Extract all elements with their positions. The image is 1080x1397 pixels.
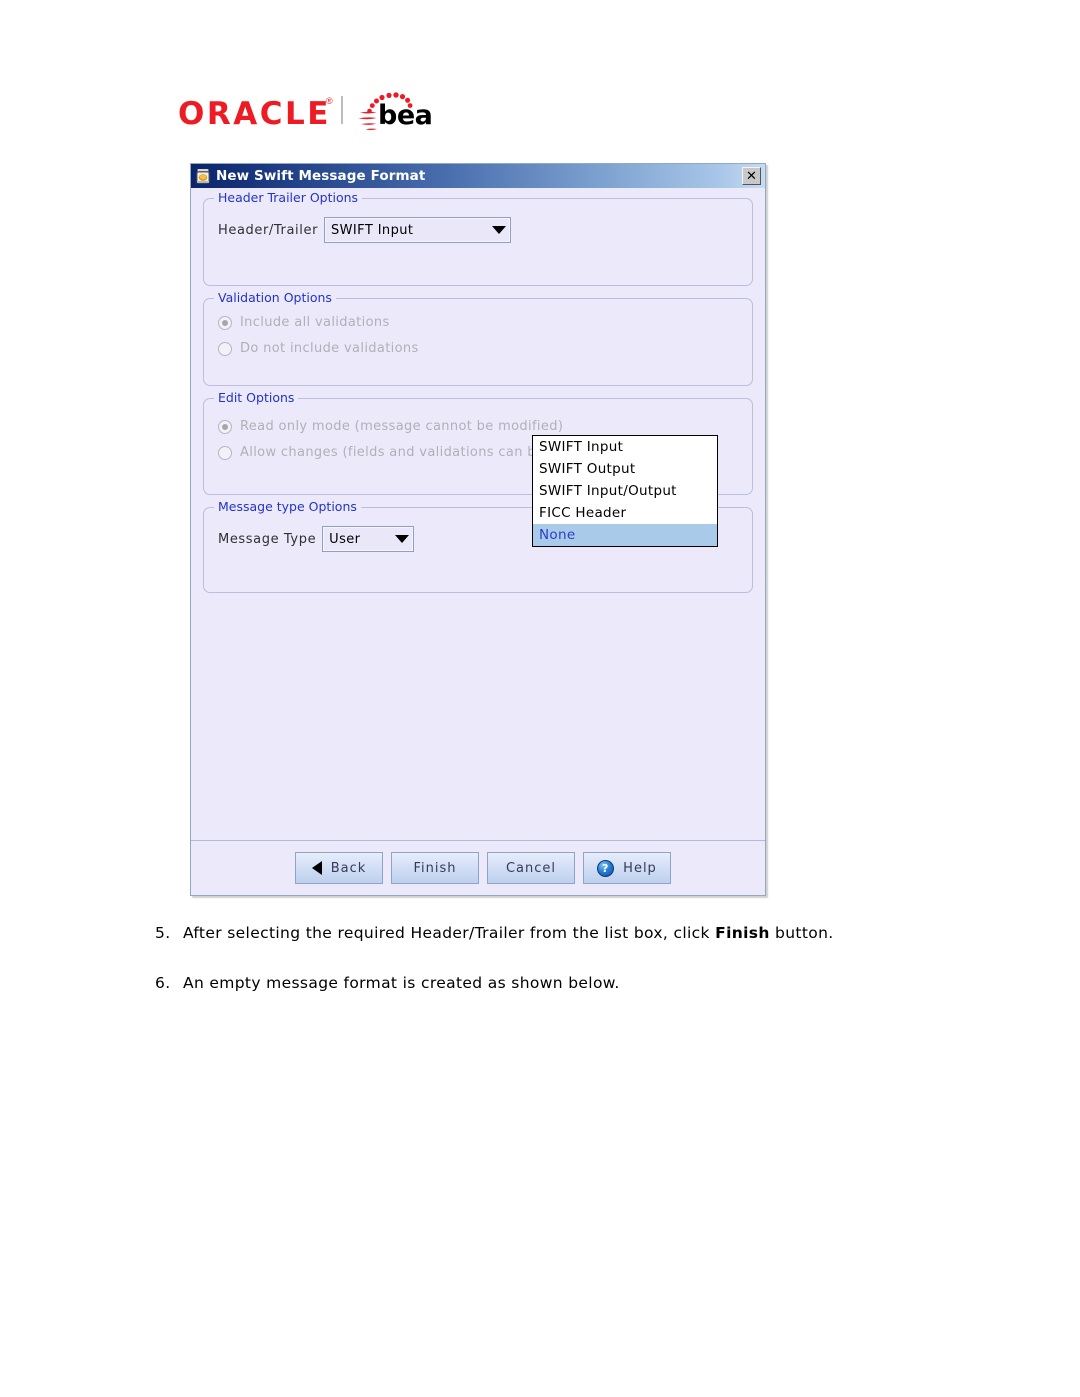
header-trailer-field-row: Header/Trailer SWIFT Input: [218, 217, 738, 243]
message-type-combobox[interactable]: User: [322, 526, 415, 552]
oracle-bea-logo: ORACLE ® bea: [178, 92, 433, 136]
header-trailer-dropdown-list[interactable]: SWIFT Input SWIFT Output SWIFT Input/Out…: [532, 435, 718, 547]
cancel-button[interactable]: Cancel: [487, 852, 575, 884]
step-5-number: 5.: [155, 924, 171, 942]
back-button-label: Back: [330, 860, 367, 876]
cancel-button-label: Cancel: [505, 860, 557, 876]
finish-button-label: Finish: [413, 860, 457, 876]
dropdown-option-swift-input-output[interactable]: SWIFT Input/Output: [533, 480, 717, 502]
new-swift-message-format-dialog: New Swift Message Format ✕ Header Traile…: [190, 163, 766, 896]
dropdown-option-swift-input[interactable]: SWIFT Input: [533, 436, 717, 458]
oracle-wordmark: ORACLE: [178, 96, 331, 132]
help-question-icon: ?: [597, 859, 615, 877]
group-title-message-type: Message type Options: [214, 499, 361, 514]
radio-include-all-validations[interactable]: [218, 315, 232, 330]
step-5-bold: Finish: [715, 924, 770, 942]
help-button[interactable]: ? Help: [583, 852, 671, 884]
chevron-down-icon[interactable]: [391, 535, 413, 543]
radio-allow-changes[interactable]: [218, 445, 232, 460]
dialog-titlebar: New Swift Message Format ✕: [191, 164, 765, 188]
group-title-edit: Edit Options: [214, 390, 299, 405]
arrow-left-icon: [311, 861, 322, 875]
dropdown-option-swift-output[interactable]: SWIFT Output: [533, 458, 717, 480]
bea-logo: bea: [356, 92, 433, 134]
back-button[interactable]: Back: [295, 852, 383, 884]
step-5: 5. After selecting the required Header/T…: [155, 924, 955, 942]
bea-wordmark: bea: [378, 100, 433, 131]
step-6-pre: An empty message format is created as sh…: [183, 974, 620, 992]
header-trailer-label: Header/Trailer: [218, 222, 319, 238]
java-coffee-cup-icon: [195, 168, 211, 185]
step-6-number: 6.: [155, 974, 171, 992]
group-header-trailer-options: Header Trailer Options Header/Trailer SW…: [203, 190, 753, 286]
message-type-combo-value: User: [329, 531, 361, 547]
message-type-label: Message Type: [218, 531, 317, 547]
header-trailer-combobox[interactable]: SWIFT Input: [324, 217, 512, 243]
group-validation-options: Validation Options Include all validatio…: [203, 290, 753, 386]
step-5-text: After selecting the required Header/Trai…: [183, 924, 955, 942]
radio-do-not-include-validations[interactable]: [218, 341, 232, 356]
radio-label-include-all-validations: Include all validations: [240, 315, 390, 330]
help-button-label: Help: [623, 860, 657, 876]
step-6: 6. An empty message format is created as…: [155, 974, 955, 992]
radio-label-do-not-include-validations: Do not include validations: [240, 341, 419, 356]
header-trailer-combo-value: SWIFT Input: [331, 222, 414, 238]
group-title-header-trailer: Header Trailer Options: [214, 190, 363, 205]
dialog-footer: Back Finish Cancel ? Help: [191, 840, 765, 895]
step-5-post: button.: [769, 924, 834, 942]
radio-row-read-only-mode[interactable]: Read only mode (message cannot be modifi…: [218, 419, 738, 434]
chevron-down-icon[interactable]: [488, 226, 510, 234]
finish-button[interactable]: Finish: [391, 852, 479, 884]
dropdown-option-none[interactable]: None: [533, 524, 717, 546]
radio-label-read-only-mode: Read only mode (message cannot be modifi…: [240, 419, 564, 434]
dialog-title: New Swift Message Format: [216, 168, 426, 184]
registered-mark: ®: [326, 96, 333, 106]
close-icon[interactable]: ✕: [742, 167, 761, 185]
instruction-steps: 5. After selecting the required Header/T…: [155, 924, 955, 1024]
step-6-text: An empty message format is created as sh…: [183, 974, 955, 992]
logo-divider: [341, 96, 343, 124]
radio-row-do-not-include-validations[interactable]: Do not include validations: [218, 341, 738, 356]
dropdown-option-ficc-header[interactable]: FICC Header: [533, 502, 717, 524]
group-title-validation: Validation Options: [214, 290, 336, 305]
step-5-pre: After selecting the required Header/Trai…: [183, 924, 716, 942]
radio-read-only-mode[interactable]: [218, 419, 232, 434]
radio-row-include-all-validations[interactable]: Include all validations: [218, 315, 738, 330]
